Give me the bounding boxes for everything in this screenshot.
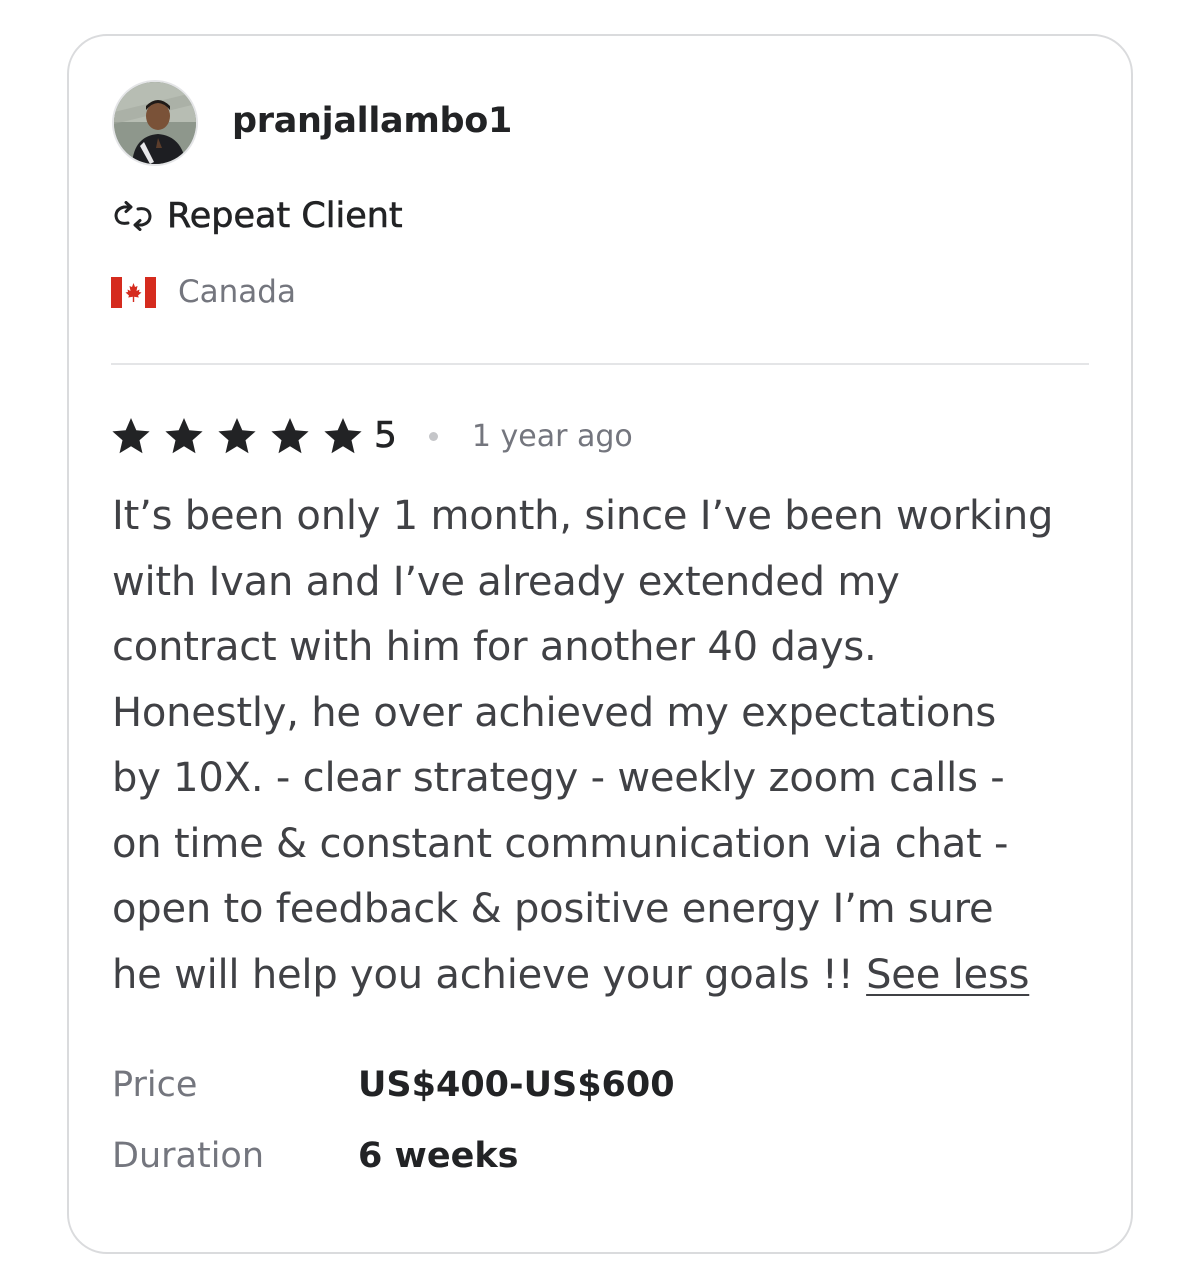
rating-value: 5: [374, 415, 398, 457]
repeat-client-badge: Repeat Client: [111, 193, 403, 239]
star-icon: [271, 418, 309, 454]
separator-dot: [428, 431, 438, 441]
review-line-text: he will help you achieve your goals !!: [112, 951, 867, 998]
duration-label: Duration: [112, 1136, 265, 1176]
duration-row: Duration 6 weeks: [112, 1131, 518, 1181]
divider: [111, 363, 1089, 365]
review-line: on time & constant communication via cha…: [112, 820, 1009, 867]
price-row: Price US$400-US$600: [112, 1060, 675, 1110]
reviewer-username[interactable]: pranjallambo1: [232, 98, 512, 144]
country-label: Canada: [178, 274, 296, 310]
avatar-image: [114, 82, 196, 164]
review-text: It’s been only 1 month, since I’ve been …: [112, 484, 1102, 1008]
review-line: by 10X. - clear strategy - weekly zoom c…: [112, 755, 1005, 801]
review-line: open to feedback & positive energy I’m s…: [112, 886, 994, 932]
star-icon: [112, 418, 150, 454]
repeat-client-label: Repeat Client: [167, 196, 403, 237]
review-line: with Ivan and I’ve already extended my: [112, 558, 900, 605]
star-icon: [218, 418, 256, 454]
avatar[interactable]: [112, 80, 198, 166]
star-icon: [324, 418, 362, 454]
star-icon: [165, 418, 203, 454]
rating-row: 5 1 year ago: [111, 410, 633, 462]
price-label: Price: [112, 1065, 198, 1105]
star-rating: [111, 416, 376, 456]
repeat-icon: [114, 201, 152, 231]
review-line-last: he will help you achieve your goals !! S…: [112, 943, 1102, 1009]
review-time: 1 year ago: [471, 418, 633, 454]
see-less-link[interactable]: See less: [866, 952, 1029, 998]
review-line: It’s been only 1 month, since I’ve been …: [112, 493, 1054, 539]
duration-value: 6 weeks: [358, 1136, 519, 1176]
canada-flag-icon: [111, 276, 156, 308]
review-line: contract with him for another 40 days.: [112, 624, 877, 670]
reviewer-country: Canada: [111, 270, 296, 314]
review-line: Honestly, he over achieved my expectatio…: [112, 689, 996, 736]
price-value: US$400-US$600: [358, 1065, 675, 1105]
